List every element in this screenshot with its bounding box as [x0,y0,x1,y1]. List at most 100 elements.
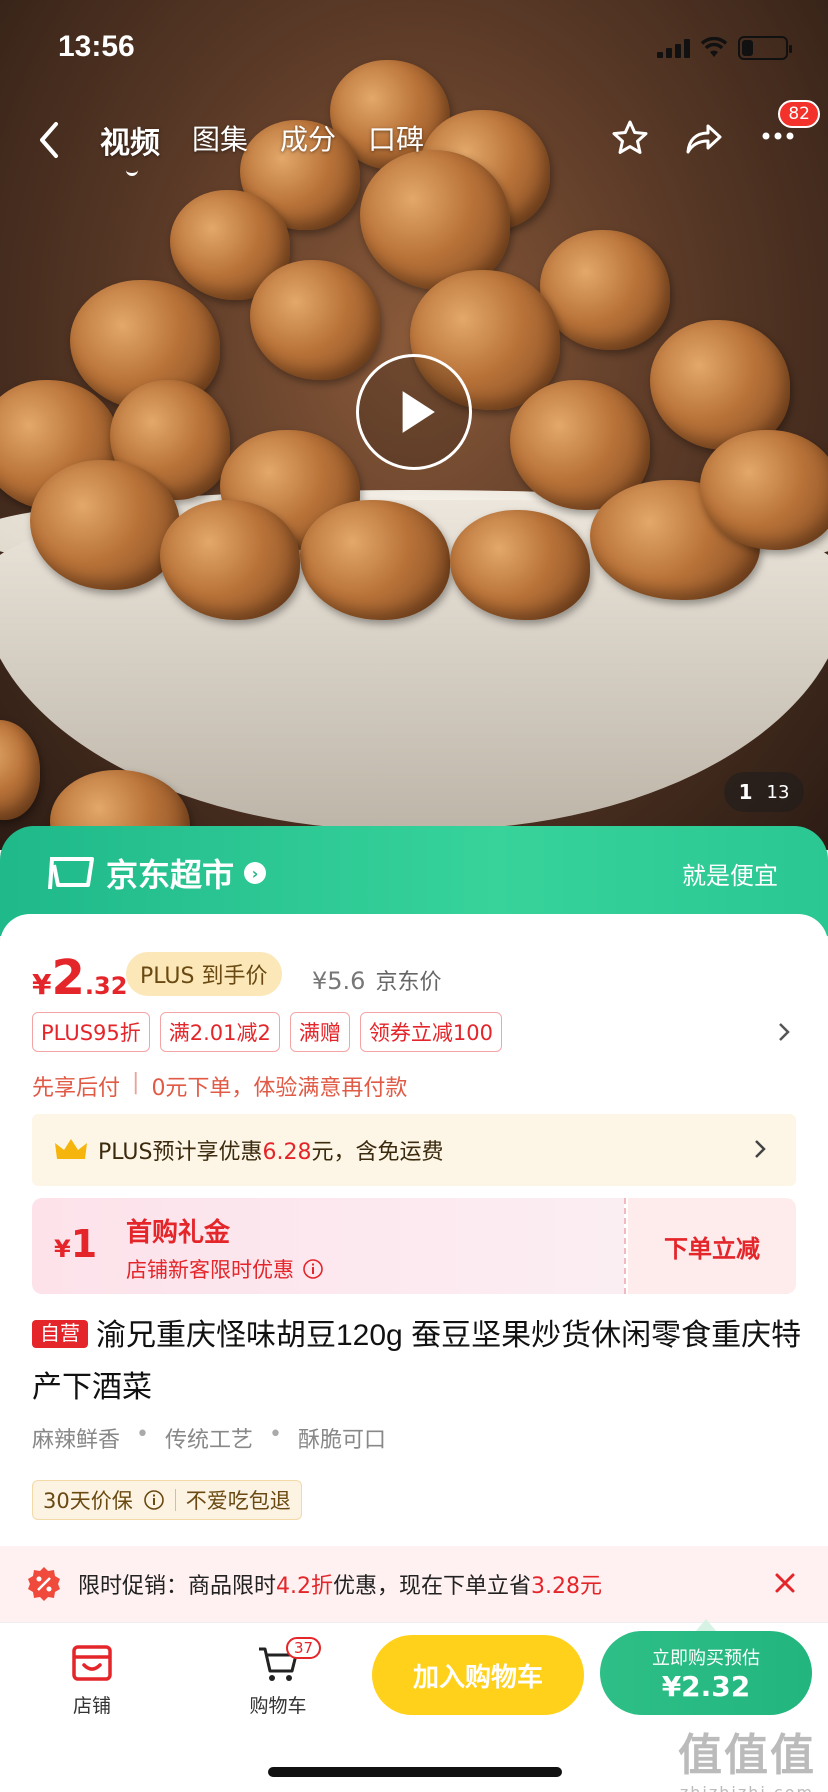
cart-count-badge: 37 [286,1637,322,1659]
plus-price: ¥ 2 .32 [32,950,127,1006]
buy-now-label: 立即购买预估 [652,1647,760,1669]
price-symbol: ¥ [32,968,52,1001]
discount-icon [28,1567,60,1601]
play-video-icon[interactable] [356,354,472,470]
wifi-icon [700,37,728,57]
back-icon[interactable] [30,118,70,162]
promo-tag[interactable]: 满赠 [289,1012,350,1052]
star-icon[interactable] [610,118,650,158]
product-title: 渝兄重庆怪味胡豆120g 蚕豆坚果炒货休闲零食重庆特产下酒菜 [32,1319,802,1404]
status-time: 13:56 [58,30,135,63]
coupon-subtitle: 店铺新客限时优惠 [126,1254,324,1284]
coupon-symbol: ¥ [54,1235,71,1263]
nav-actions: 82 [610,100,820,160]
feature-item: 传统工艺 [165,1428,254,1453]
plus-savings-bar[interactable]: PLUS预计享优惠6.28元，含免运费 [32,1114,796,1186]
price-integer: 2 [51,950,85,1006]
message-badge: 82 [778,100,820,128]
flash-promo-discount: 4.2折 [276,1574,334,1599]
top-nav: 视频 图集 成分 口碑 82 [0,100,828,176]
plus-savings-text: PLUS预计享优惠6.28元，含免运费 [98,1134,444,1166]
crown-icon [55,1139,87,1159]
gallery-pager: 1 13 [724,772,804,812]
plus-price-tag: PLUS 到手价 [126,952,282,996]
promo-tags[interactable]: PLUS95折 满2.01减2 满赠 领券立减100 [32,1012,502,1052]
coupon-body: ¥ 1 首购礼金 店铺新客限时优惠 [32,1198,624,1294]
promo-tag[interactable]: 领券立减100 [359,1012,502,1052]
promo-tag[interactable]: 满2.01减2 [159,1012,280,1052]
watermark-logo: 值值值 [678,1730,816,1781]
feature-item: 酥脆可口 [298,1428,387,1453]
price-protection-label: 30天价保 [43,1489,133,1513]
chevron-right-icon[interactable] [776,1020,792,1044]
watermark-url: zhizhizhi.com [678,1783,816,1792]
signal-icon [657,38,690,58]
jd-price-value: ¥5.6 [312,967,366,995]
coupon-action-button[interactable]: 下单立减 [628,1198,796,1294]
pay-later[interactable]: 先享后付 | 0元下单，体验满意再付款 [32,1070,407,1102]
share-icon[interactable] [684,118,724,158]
close-icon[interactable] [770,1568,800,1598]
plus-savings-prefix: PLUS预计享优惠 [98,1140,263,1165]
tab-gallery[interactable]: 图集 [192,118,248,162]
cart-button[interactable]: 37 购物车 [218,1637,338,1718]
first-purchase-coupon[interactable]: ¥ 1 首购礼金 店铺新客限时优惠 下单立减 [32,1198,796,1294]
store-label: 店铺 [72,1695,111,1717]
chevron-right-icon [755,1140,766,1158]
pay-later-label: 先享后付 [32,1076,121,1101]
feature-item: 麻辣鲜香 [32,1428,121,1453]
bottom-action-bar: 店铺 37 购物车 加入购物车 立即购买预估 ¥2.32 值值值 zhizhiz… [0,1619,828,1792]
jd-price: ¥5.6 京东价 [312,964,441,996]
return-guarantee-label: 不爱吃包退 [185,1489,291,1513]
promo-tag[interactable]: PLUS95折 [32,1012,150,1052]
jd-price-label: 京东价 [375,970,442,995]
info-icon[interactable] [302,1258,324,1280]
flash-promo-bar[interactable]: 限时促销：商品限时4.2折优惠，现在下单立省3.28元 [0,1546,828,1622]
price-decimal: .32 [84,972,128,1000]
feature-separator: • [269,1422,282,1447]
more-button[interactable]: 82 [758,100,820,160]
feature-separator: • [136,1422,149,1447]
add-to-cart-button[interactable]: 加入购物车 [372,1635,584,1715]
store-button[interactable]: 店铺 [32,1641,152,1718]
coupon-value: 1 [70,1222,98,1266]
coupon-subtitle-text: 店铺新客限时优惠 [126,1258,294,1282]
flash-promo-text2: 优惠，现在下单立省 [333,1574,532,1599]
gallery-current: 1 [738,780,753,804]
flash-promo-saving: 3.28元 [531,1574,603,1599]
flash-promo-text: 限时促销：商品限时4.2折优惠，现在下单立省3.28元 [78,1568,602,1600]
tab-ingredients[interactable]: 成分 [280,118,336,162]
jd-supermarket-logo-icon [48,857,94,890]
jd-supermarket-logo: 京东超市 › [46,850,267,896]
product-features: 麻辣鲜香 • 传统工艺 • 酥脆可口 [32,1422,386,1454]
store-slogan: 就是便宜 [682,862,778,890]
product-info-card: ¥ 2 .32 PLUS 到手价 ¥5.6 京东价 PLUS95折 满2.01减… [0,914,828,1554]
guarantee-divider [174,1489,176,1511]
gallery-total: 13 [766,781,790,803]
pay-later-text: 0元下单，体验满意再付款 [151,1076,408,1101]
coupon-title: 首购礼金 [126,1218,231,1248]
store-name: 京东超市 [106,857,235,893]
tab-video[interactable]: 视频 [100,118,160,176]
cart-label: 购物车 [249,1695,307,1717]
plus-savings-amount: 6.28 [262,1140,312,1165]
home-indicator[interactable] [268,1767,562,1777]
site-watermark: 值值值 zhizhizhi.com [678,1719,816,1792]
flash-promo-text1: 商品限时 [188,1574,277,1599]
buy-now-price: ¥2.32 [661,1669,751,1703]
tab-reviews[interactable]: 口碑 [368,118,424,162]
flash-promo-label: 限时促销： [78,1574,189,1599]
product-title-block: 自营 渝兄重庆怪味胡豆120g 蚕豆坚果炒货休闲零食重庆特产下酒菜 [32,1310,802,1414]
buy-now-button[interactable]: 立即购买预估 ¥2.32 [600,1619,812,1715]
chevron-right-icon: › [244,862,267,884]
coupon-amount: ¥ 1 [54,1222,97,1266]
product-gallery[interactable]: 13:56 视频 图集 成分 口碑 82 1 13 [0,0,828,850]
plus-savings-suffix: 元，含免运费 [311,1140,444,1165]
pay-later-separator: | [132,1070,140,1095]
battery-icon [738,36,792,60]
media-tabs: 视频 图集 成分 口碑 [100,118,424,176]
status-icons [657,36,792,60]
service-guarantee[interactable]: 30天价保 不爱吃包退 [32,1480,302,1520]
self-operated-tag: 自营 [32,1320,88,1348]
info-icon[interactable] [143,1489,165,1511]
